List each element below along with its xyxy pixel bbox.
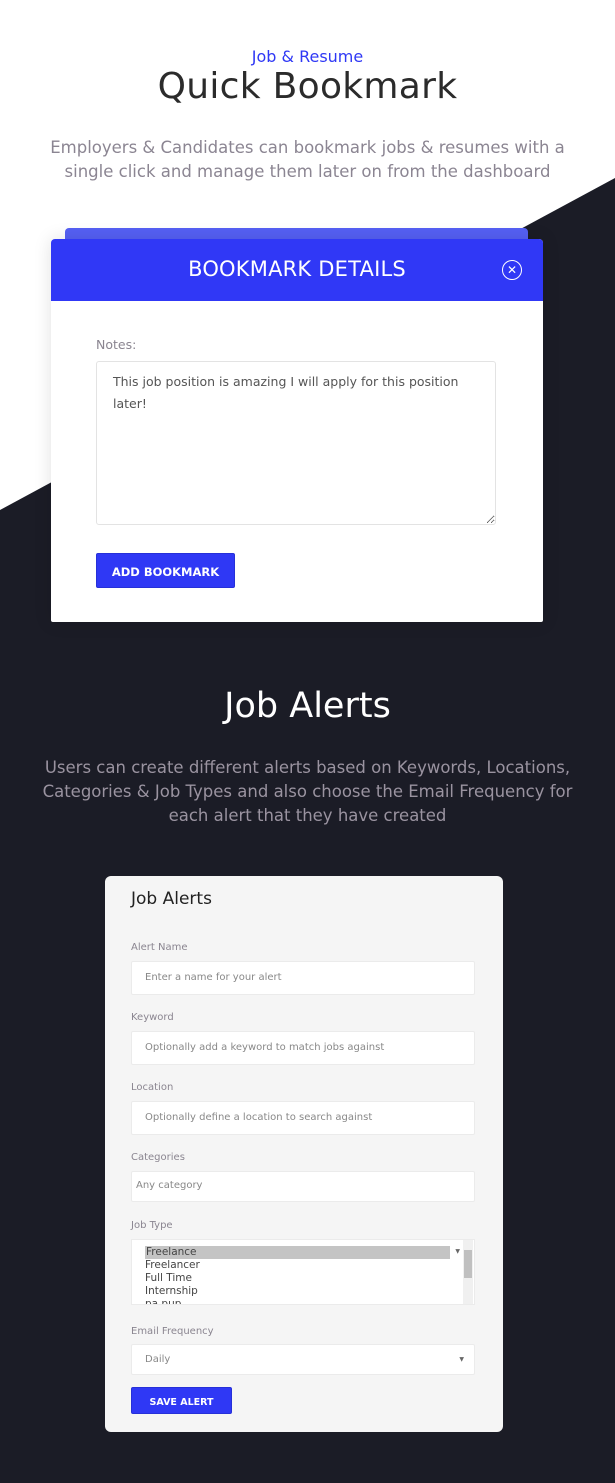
close-circle-icon[interactable]: ✕: [502, 260, 522, 280]
section-description-alerts: Users can create different alerts based …: [42, 758, 573, 825]
email-frequency-select[interactable]: Daily ▼: [131, 1344, 475, 1375]
job-type-label: Job Type: [131, 1220, 173, 1231]
section-title-bookmark: Quick Bookmark: [157, 66, 458, 107]
job-type-option[interactable]: Freelance: [145, 1246, 450, 1259]
modal-title: BOOKMARK DETAILS: [188, 257, 406, 281]
bookmark-modal: BOOKMARK DETAILS ✕ Notes: This job posit…: [51, 239, 543, 622]
keyword-label: Keyword: [131, 1012, 174, 1023]
job-type-option[interactable]: pa pup: [132, 1298, 474, 1304]
location-label: Location: [131, 1082, 174, 1093]
job-type-option[interactable]: Freelancer: [132, 1259, 474, 1272]
categories-input[interactable]: Any category: [131, 1171, 475, 1202]
keyword-input[interactable]: Optionally add a keyword to match jobs a…: [131, 1031, 475, 1065]
notes-textarea[interactable]: This job position is amazing I will appl…: [96, 361, 496, 525]
alert-name-label: Alert Name: [131, 942, 188, 953]
section-description-bookmark: Employers & Candidates can bookmark jobs…: [50, 138, 565, 181]
job-type-option[interactable]: Full Time: [132, 1272, 474, 1285]
modal-header: BOOKMARK DETAILS ✕: [51, 239, 543, 301]
notes-label: Notes:: [96, 337, 137, 352]
section-eyebrow: Job & Resume: [251, 47, 364, 66]
chevron-down-icon: ▼: [459, 1356, 464, 1363]
caret-down-icon: ▼: [455, 1248, 460, 1255]
categories-label: Categories: [131, 1152, 185, 1163]
job-type-option[interactable]: Internship: [132, 1285, 474, 1298]
alert-name-input[interactable]: Enter a name for your alert: [131, 961, 475, 995]
job-alerts-form: Job Alerts Alert Name Enter a name for y…: [105, 876, 503, 1432]
scrollbar-thumb[interactable]: [464, 1250, 472, 1278]
section-title-alerts: Job Alerts: [224, 686, 391, 726]
location-input[interactable]: Optionally define a location to search a…: [131, 1101, 475, 1135]
add-bookmark-button[interactable]: ADD BOOKMARK: [96, 553, 235, 588]
job-type-listbox[interactable]: Freelance Freelancer Full Time Internshi…: [131, 1239, 475, 1305]
form-title: Job Alerts: [131, 889, 212, 909]
email-frequency-value: Daily: [145, 1354, 171, 1365]
email-frequency-label: Email Frequency: [131, 1326, 214, 1337]
save-alert-button[interactable]: SAVE ALERT: [131, 1387, 232, 1414]
